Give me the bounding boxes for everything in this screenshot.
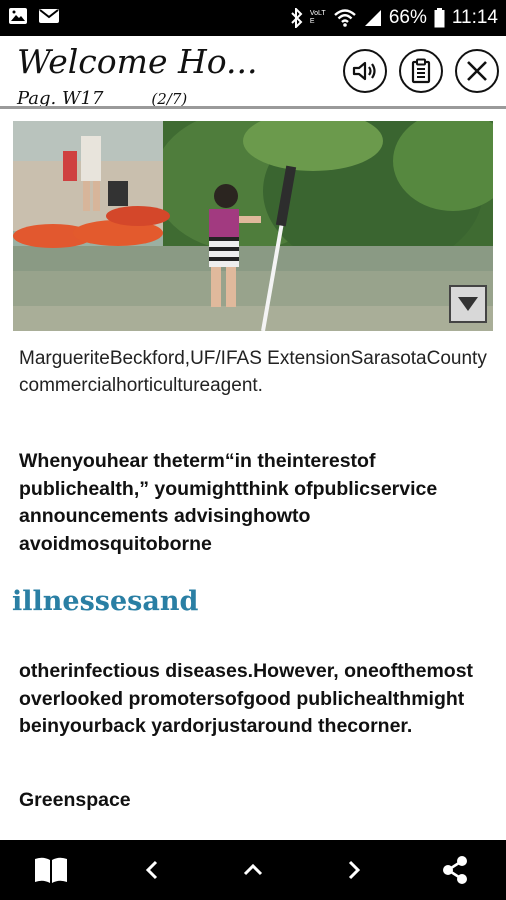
clipboard-icon — [411, 58, 431, 84]
close-button[interactable] — [455, 49, 499, 93]
photo-caption: MargueriteBeckford,UF/IFAS ExtensionSara… — [19, 348, 487, 396]
page-title: Welcome Ho... — [17, 42, 258, 81]
volte-indicator: VoLTE — [309, 10, 326, 25]
reader-header: Welcome Ho... Pag. W17 (2/7) — [0, 36, 506, 106]
page-reference: Pag. W17 — [17, 88, 104, 106]
wifi-icon — [334, 9, 356, 27]
image-notification-icon — [9, 8, 27, 24]
chevron-up-icon — [243, 863, 263, 876]
chevron-right-icon — [348, 860, 361, 880]
status-bar: VoLTE 66% 11:14 — [0, 0, 506, 36]
close-icon — [467, 61, 487, 81]
photo-expand-button[interactable] — [449, 285, 487, 323]
audio-button[interactable] — [343, 49, 387, 93]
article-photo — [13, 121, 493, 331]
clock: 11:14 — [451, 7, 498, 28]
bottom-navigation — [0, 840, 506, 900]
paragraph-2: otherinfectious diseases.However, oneoft… — [19, 660, 474, 737]
page-indicator: (2/7) — [151, 90, 188, 106]
battery-percent: 66% — [388, 7, 427, 28]
page-overview-button[interactable] — [223, 840, 283, 900]
header-divider — [0, 106, 506, 109]
paragraph-1: Whenyouhear theterm“in theinterestof pub… — [19, 450, 438, 555]
chevron-left-icon — [145, 860, 158, 880]
text-view-button[interactable] — [399, 49, 443, 93]
article-content: MargueriteBeckford,UF/IFAS ExtensionSara… — [0, 331, 506, 840]
book-icon — [35, 857, 67, 883]
paddleboard-photo-illustration — [13, 121, 493, 331]
share-icon — [443, 856, 467, 884]
article-heading: illnessesand — [12, 586, 199, 617]
signal-icon — [364, 10, 381, 26]
battery-icon — [434, 8, 445, 28]
triangle-down-icon — [458, 297, 478, 311]
next-page-button[interactable] — [324, 840, 384, 900]
speaker-icon — [352, 61, 376, 81]
section-title: Greenspace — [19, 789, 131, 811]
mail-notification-icon — [39, 9, 59, 23]
previous-page-button[interactable] — [122, 840, 182, 900]
page-subtitle: Pag. W17 (2/7) — [17, 88, 187, 106]
share-button[interactable] — [425, 840, 485, 900]
library-button[interactable] — [21, 840, 81, 900]
bluetooth-icon — [291, 8, 303, 28]
